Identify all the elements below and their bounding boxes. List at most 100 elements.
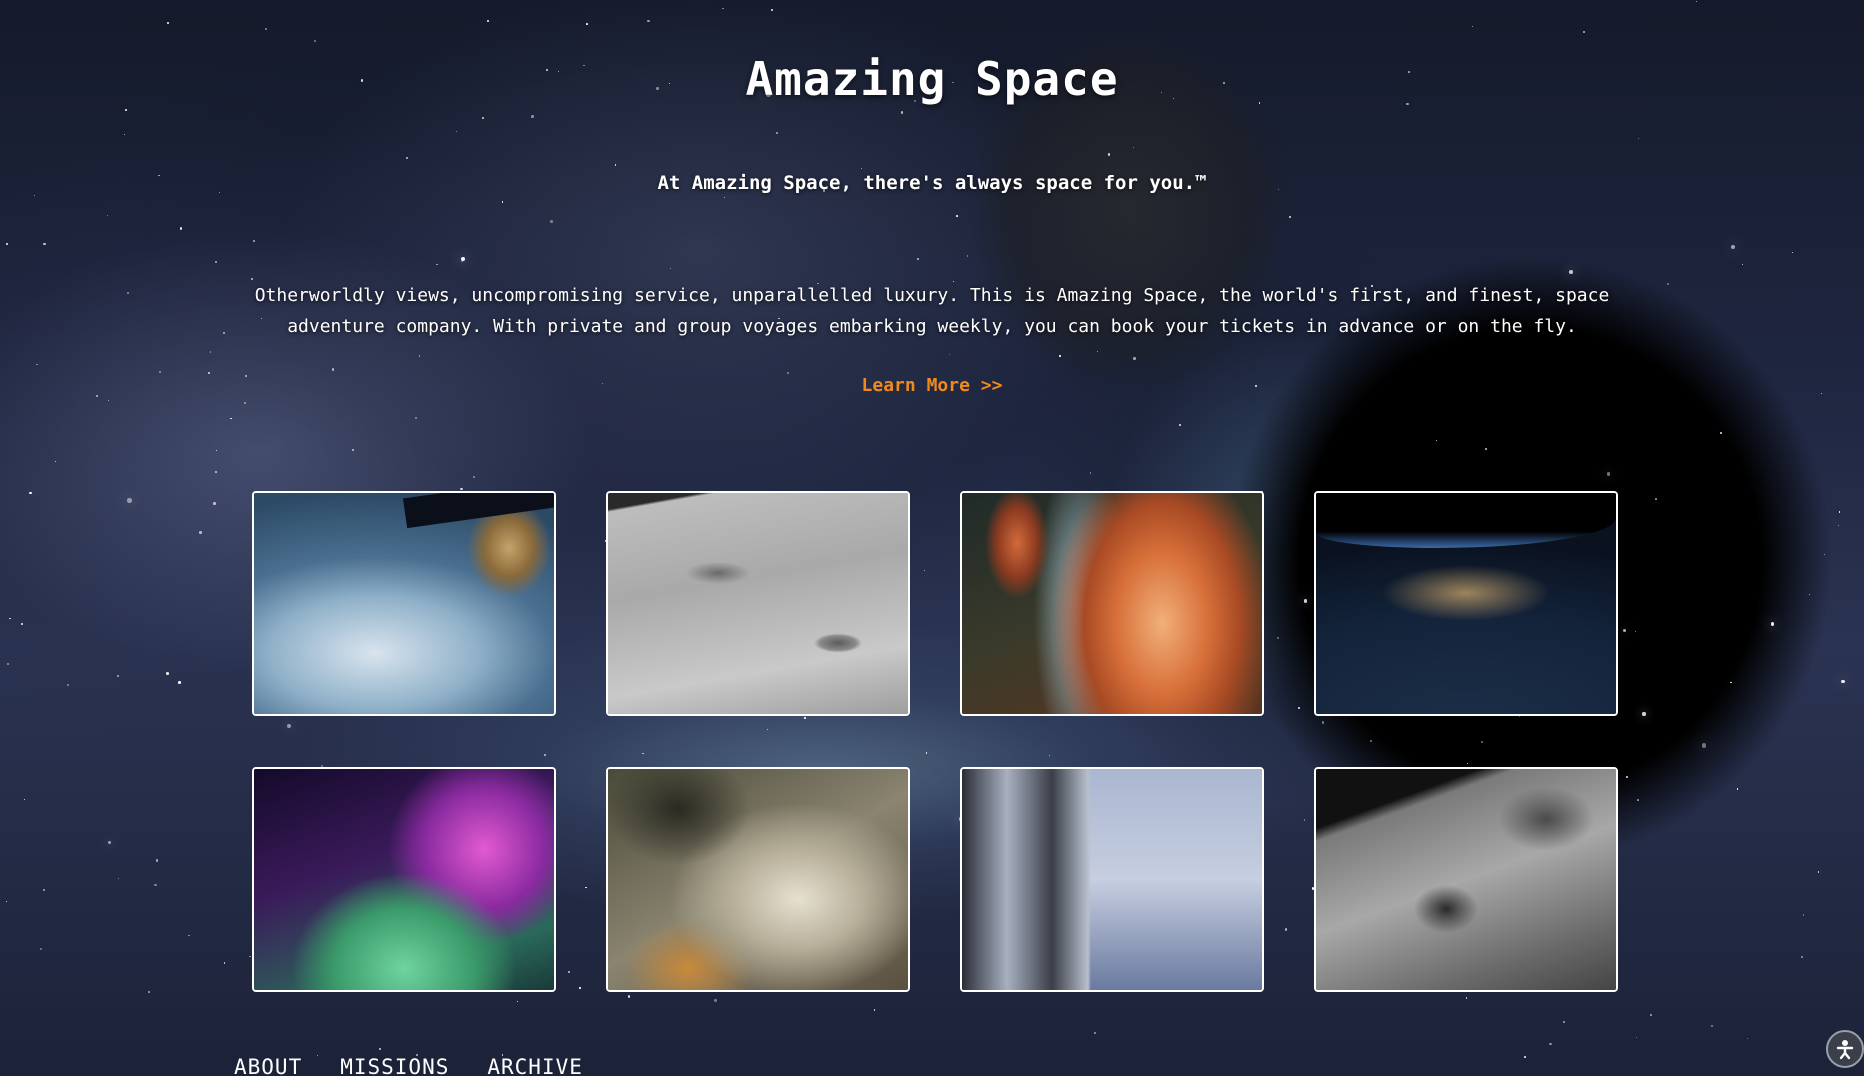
gallery-image-earth-satellite[interactable] [252,491,556,716]
star [123,133,126,136]
star [1736,787,1739,790]
gallery-image-earth-night-lights[interactable] [1314,491,1618,716]
star [148,991,150,993]
star [670,268,672,270]
star [166,672,169,675]
star [108,400,110,402]
star [487,20,489,23]
star [501,201,504,203]
star [456,130,458,132]
star [1638,138,1640,140]
star [1178,424,1181,427]
star [9,617,11,620]
star [222,332,225,335]
person-icon [1836,1040,1854,1060]
star [351,448,355,452]
star [117,877,119,879]
gallery-image-lunar-surface[interactable] [606,491,910,716]
star [1841,679,1846,684]
star [43,889,45,892]
star [917,257,920,260]
star [23,798,25,800]
gallery-image-moon-craters[interactable] [1314,767,1618,992]
star [216,450,218,452]
star [55,461,57,463]
star [67,683,70,686]
nav-link-archive[interactable]: ARCHIVE [487,1055,583,1076]
star [1823,554,1825,556]
star [1837,525,1840,527]
accessibility-icon[interactable] [1826,1030,1864,1068]
nav-link-about[interactable]: ABOUT [234,1055,302,1076]
star [1059,354,1061,357]
star [154,883,157,887]
star [481,117,484,120]
star [1800,955,1803,959]
star [614,164,617,167]
star [628,995,631,998]
gallery-image-orion-nebula[interactable] [606,767,910,992]
star [473,476,476,479]
footer-nav: ABOUT MISSIONS ARCHIVE [234,1055,583,1076]
star [209,351,212,353]
star [461,257,466,262]
star [107,840,111,844]
star [331,368,335,371]
star [1582,30,1586,34]
learn-more-link[interactable]: Learn More >> [862,375,1003,396]
page: Amazing Space At Amazing Space, there's … [0,0,1864,1076]
star [1695,1,1697,3]
star [1746,1037,1748,1039]
star [1465,997,1468,999]
star [6,243,9,246]
star [1094,1032,1097,1035]
intro-line-2: adventure company. With private and grou… [287,316,1577,337]
star [1562,1020,1565,1023]
star [1702,743,1707,748]
gallery-image-nebula[interactable] [960,491,1264,716]
star [230,417,233,420]
star [248,955,251,958]
star [948,353,951,356]
star [243,402,246,405]
intro-paragraph: Otherworldly views, uncompromising servi… [240,280,1624,342]
star [900,111,904,114]
star [33,195,35,197]
star [1730,244,1736,250]
star [214,261,217,263]
star [1436,439,1438,441]
star [647,19,650,22]
star [208,371,211,374]
star [1289,215,1292,218]
star [1634,630,1636,632]
star [436,263,439,266]
star [1472,26,1474,28]
star [1803,914,1805,916]
star [313,40,317,43]
star [1792,251,1794,253]
star [1107,153,1111,156]
star [776,132,779,134]
star [179,227,183,230]
nav-link-missions[interactable]: MISSIONS [340,1055,449,1076]
star [43,242,46,246]
intro-line-1: Otherworldly views, uncompromising servi… [254,285,1610,306]
star [1730,681,1732,684]
star [405,156,408,160]
star [461,260,463,263]
star [415,417,417,419]
star [585,23,588,25]
star [124,109,127,112]
gallery-image-aurora-station-arm[interactable] [252,767,556,992]
star [29,491,32,495]
star [178,681,181,684]
star [1667,282,1670,286]
star [199,531,202,534]
star [966,255,968,257]
star [1626,776,1628,778]
star [155,859,159,862]
star [126,291,129,294]
gallery-image-hubble-telescope[interactable] [960,767,1264,992]
learn-more-link-row: Learn More >> [0,375,1864,396]
star [418,355,421,357]
